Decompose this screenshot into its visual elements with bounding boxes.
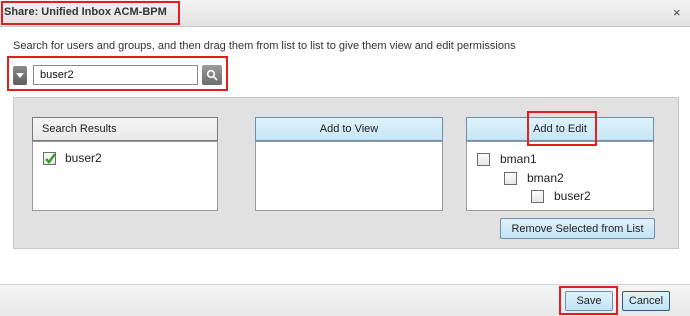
tree-item-label[interactable]: bman1: [500, 152, 537, 166]
chevron-down-icon: [16, 73, 24, 78]
remove-selected-button[interactable]: Remove Selected from List: [500, 218, 655, 239]
tree-checkbox[interactable]: [477, 153, 490, 166]
add-to-edit-header[interactable]: Add to Edit: [466, 117, 654, 141]
tree-item-label[interactable]: buser2: [554, 189, 591, 203]
result-item-label[interactable]: buser2: [65, 151, 102, 165]
tree-checkbox[interactable]: [531, 190, 544, 203]
close-icon[interactable]: ×: [673, 5, 681, 20]
view-list[interactable]: [255, 141, 443, 211]
search-scope-dropdown[interactable]: [13, 66, 27, 85]
tree-item-label[interactable]: bman2: [527, 171, 564, 185]
add-to-view-header[interactable]: Add to View: [255, 117, 443, 141]
save-button[interactable]: Save: [565, 291, 613, 311]
instructions-text: Search for users and groups, and then dr…: [13, 40, 516, 52]
search-icon: [206, 69, 218, 81]
result-checkbox[interactable]: [43, 152, 56, 165]
search-input[interactable]: [33, 65, 198, 85]
tree-checkbox[interactable]: [504, 172, 517, 185]
checkmark-icon: [45, 153, 56, 164]
search-results-list[interactable]: [32, 141, 218, 211]
dialog-title: Share: Unified Inbox ACM-BPM: [4, 6, 167, 18]
cancel-button[interactable]: Cancel: [622, 291, 670, 311]
search-results-header: Search Results: [32, 117, 218, 141]
search-button[interactable]: [202, 65, 222, 85]
